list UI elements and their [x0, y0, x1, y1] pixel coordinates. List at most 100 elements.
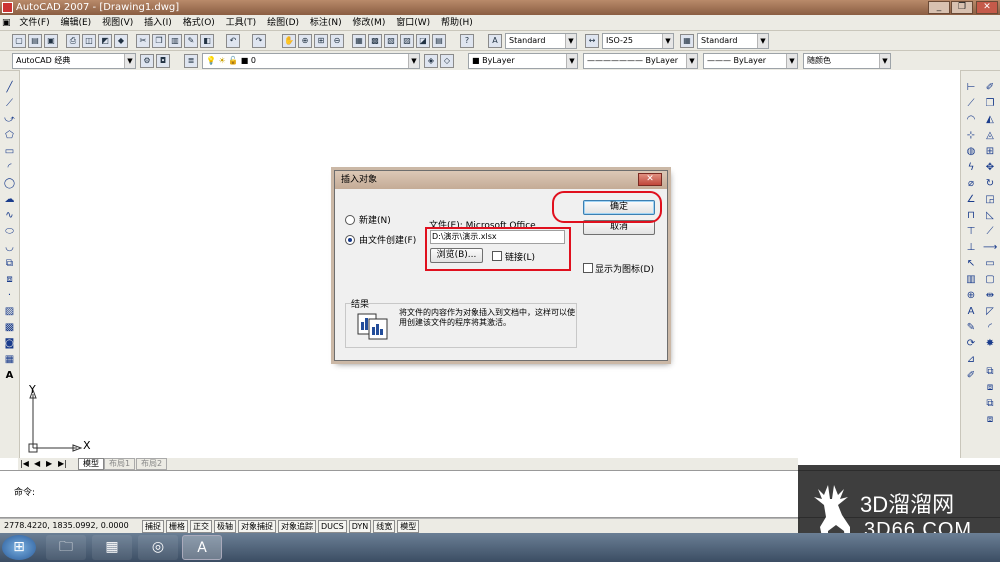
- prev-tab-icon[interactable]: ◀: [34, 459, 40, 468]
- center-mark-icon[interactable]: ⊕: [964, 289, 978, 303]
- linear-dimension-icon[interactable]: ⊢: [964, 81, 978, 95]
- circle-icon[interactable]: ◯: [3, 177, 16, 190]
- plot-preview-icon[interactable]: ◫: [82, 34, 96, 48]
- diameter-icon[interactable]: ⌀: [964, 177, 978, 191]
- lwt-toggle[interactable]: 线宽: [373, 520, 396, 533]
- tool-palettes-icon[interactable]: ▧: [384, 34, 398, 48]
- publish-icon[interactable]: ◩: [98, 34, 112, 48]
- match-properties-icon[interactable]: ✎: [184, 34, 198, 48]
- send-back-icon[interactable]: ⧉: [983, 397, 997, 411]
- multiline-text-icon[interactable]: A: [3, 369, 16, 382]
- arc-icon[interactable]: ◜: [3, 161, 16, 174]
- explode-icon[interactable]: ✸: [983, 337, 997, 351]
- display-as-icon-checkbox[interactable]: [583, 263, 593, 273]
- jogged-icon[interactable]: ϟ: [964, 161, 978, 175]
- color-combo[interactable]: ■ ByLayer ▼: [468, 53, 578, 69]
- pan-icon[interactable]: ✋: [282, 34, 296, 48]
- join-icon[interactable]: ⇹: [983, 289, 997, 303]
- 3d-dwf-icon[interactable]: ◆: [114, 34, 128, 48]
- app-taskbar-icon[interactable]: ▦: [92, 535, 132, 560]
- restore-button[interactable]: ❐: [951, 1, 973, 14]
- point-icon[interactable]: ·: [3, 289, 16, 302]
- osnap-toggle[interactable]: 对象捕捉: [238, 520, 276, 533]
- menu-file[interactable]: 文件(F): [15, 15, 53, 31]
- mirror-icon[interactable]: ◭: [983, 113, 997, 127]
- zoom-previous-icon[interactable]: ⊖: [330, 34, 344, 48]
- angular-icon[interactable]: ∠: [964, 193, 978, 207]
- copy-object-icon[interactable]: ❐: [983, 97, 997, 111]
- hatch-icon[interactable]: ▨: [3, 305, 16, 318]
- baseline-icon[interactable]: ⊤: [964, 225, 978, 239]
- help-icon[interactable]: ?: [460, 34, 474, 48]
- polygon-icon[interactable]: ⬠: [3, 129, 16, 142]
- fillet-icon[interactable]: ◜: [983, 321, 997, 335]
- zoom-realtime-icon[interactable]: ⊕: [298, 34, 312, 48]
- revision-cloud-icon[interactable]: ☁: [3, 193, 16, 206]
- explorer-taskbar-icon[interactable]: 🗀: [46, 535, 86, 560]
- sheet-set-icon[interactable]: ▨: [400, 34, 414, 48]
- next-tab-icon[interactable]: ▶: [46, 459, 52, 468]
- table-style-combo[interactable]: Standard ▼: [697, 33, 769, 49]
- dyn-toggle[interactable]: DYN: [348, 520, 372, 533]
- workspace-settings-icon[interactable]: ⚙: [140, 54, 154, 68]
- lineweight-combo[interactable]: ——— ByLayer ▼: [703, 53, 798, 69]
- document-menu-icon[interactable]: ▣: [0, 15, 13, 31]
- radio-create-from-file-label[interactable]: 由文件创建(F): [359, 233, 416, 246]
- dim-text-edit-icon[interactable]: ✎: [964, 321, 978, 335]
- snap-toggle[interactable]: 捕捉: [142, 520, 164, 533]
- radio-create-new[interactable]: [345, 215, 355, 225]
- menu-format[interactable]: 格式(O): [179, 15, 219, 31]
- menu-insert[interactable]: 插入(I): [140, 15, 176, 31]
- tolerance-icon[interactable]: ▥: [964, 273, 978, 287]
- dialog-close-button[interactable]: ✕: [638, 173, 662, 186]
- design-center-icon[interactable]: ▩: [368, 34, 382, 48]
- grid-toggle[interactable]: 栅格: [166, 520, 188, 533]
- radio-create-new-label[interactable]: 新建(N): [359, 213, 391, 226]
- make-block-icon[interactable]: ⧈: [3, 273, 16, 286]
- tab-layout2[interactable]: 布局2: [136, 458, 168, 470]
- menu-edit[interactable]: 编辑(E): [56, 15, 95, 31]
- ortho-toggle[interactable]: 正交: [190, 520, 212, 533]
- first-tab-icon[interactable]: |◀: [20, 459, 29, 468]
- offset-icon[interactable]: ◬: [983, 129, 997, 143]
- linetype-combo[interactable]: ——————— ByLayer ▼: [583, 53, 698, 69]
- ducs-toggle[interactable]: DUCS: [318, 520, 347, 533]
- tab-model[interactable]: 模型: [78, 458, 104, 470]
- construction-line-icon[interactable]: ⟋: [3, 97, 16, 110]
- dim-update-icon[interactable]: ⟳: [964, 337, 978, 351]
- save-icon[interactable]: ▣: [44, 34, 58, 48]
- polar-toggle[interactable]: 极轴: [214, 520, 236, 533]
- arc-length-icon[interactable]: ◠: [964, 113, 978, 127]
- tab-layout1[interactable]: 布局1: [104, 458, 136, 470]
- menu-view[interactable]: 视图(V): [98, 15, 137, 31]
- layer-manager-icon[interactable]: ≣: [184, 54, 198, 68]
- continue-icon[interactable]: ⊥: [964, 241, 978, 255]
- paste-icon[interactable]: ▥: [168, 34, 182, 48]
- make-layer-current-icon[interactable]: ◈: [424, 54, 438, 68]
- gradient-icon[interactable]: ▩: [3, 321, 16, 334]
- radius-icon[interactable]: ◍: [964, 145, 978, 159]
- aligned-dimension-icon[interactable]: ⟋: [964, 97, 978, 111]
- menu-help[interactable]: 帮助(H): [437, 15, 477, 31]
- properties-icon[interactable]: ▦: [352, 34, 366, 48]
- redo-icon[interactable]: ↷: [252, 34, 266, 48]
- draw-order-icon[interactable]: ⧉: [983, 365, 997, 379]
- dim-override-icon[interactable]: ✐: [964, 369, 978, 383]
- menu-window[interactable]: 窗口(W): [392, 15, 434, 31]
- zoom-window-icon[interactable]: ⊞: [314, 34, 328, 48]
- region-icon[interactable]: ◙: [3, 337, 16, 350]
- rotate-icon[interactable]: ↻: [983, 177, 997, 191]
- model-toggle[interactable]: 模型: [397, 520, 420, 533]
- block-editor-icon[interactable]: ◧: [200, 34, 214, 48]
- minimize-button[interactable]: _: [928, 1, 950, 14]
- workspace-combo[interactable]: AutoCAD 经典 ▼: [12, 53, 136, 69]
- extend-icon[interactable]: ⟶: [983, 241, 997, 255]
- erase-icon[interactable]: ✐: [983, 81, 997, 95]
- radio-create-from-file[interactable]: [345, 235, 355, 245]
- rectangle-icon[interactable]: ▭: [3, 145, 16, 158]
- workspace-save-icon[interactable]: ◘: [156, 54, 170, 68]
- otrack-toggle[interactable]: 对象追踪: [278, 520, 316, 533]
- ordinate-icon[interactable]: ⊹: [964, 129, 978, 143]
- layer-previous-icon[interactable]: ◇: [440, 54, 454, 68]
- menu-modify[interactable]: 修改(M): [349, 15, 390, 31]
